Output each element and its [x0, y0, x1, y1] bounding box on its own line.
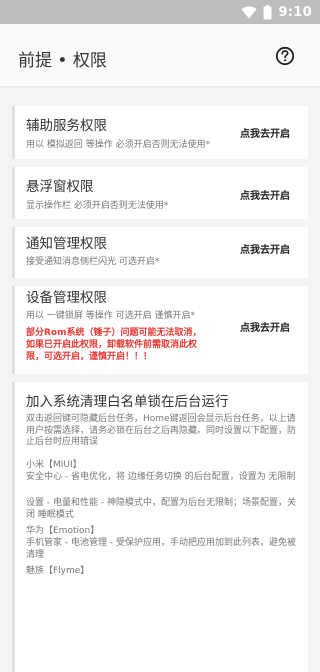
- app-bar: 前提 • 权限: [0, 24, 320, 86]
- enable-overlay-button[interactable]: 点我去开启: [240, 187, 290, 202]
- enable-notification-button[interactable]: 点我去开启: [240, 241, 290, 256]
- permission-card-overlay[interactable]: 悬浮窗权限 显示操作栏 必须开启否则无法使用* 点我去开启: [12, 167, 308, 219]
- brand-emotion: 华为【Emotion】: [26, 526, 100, 536]
- permission-desc: 显示操作栏 必须开启否则无法使用*: [26, 201, 169, 211]
- permission-desc: 用以 一键锁屏 等操作 可选开启 谨慎开启*: [26, 311, 195, 321]
- emotion-step-1: 手机管家 - 电池管理 - 受保护应用，手动把应用加到此列表，避免被清理: [26, 538, 296, 560]
- status-bar: 9:10: [0, 0, 320, 24]
- whitelist-title: 加入系统清理白名单锁在后台运行: [26, 394, 229, 410]
- miui-step-1: 安全中心 - 省电优化，将 边缘任务切换 的后台配置，设置为 无限制: [26, 472, 296, 482]
- permission-title: 悬浮窗权限: [26, 179, 94, 195]
- miui-step-2: 设置 - 电量和性能 - 神隐模式中，配置为后台无限制；场景配置，关闭 睡眠模式: [26, 498, 296, 520]
- help-button[interactable]: [275, 46, 295, 66]
- battery-icon: [263, 4, 272, 20]
- page-title: 前提 • 权限: [18, 51, 107, 71]
- permission-card-accessibility[interactable]: 辅助服务权限 用以 模拟返回 等操作 必须开启否则无法使用* 点我去开启: [12, 106, 308, 159]
- brand-miui: 小米【MIUI】: [26, 460, 82, 470]
- card-accent-bar: [12, 382, 15, 672]
- device-admin-warning: 部分Rom系统（锤子）问题可能无法取消，如果已开启此权限，卸载软件前需取消此权限…: [26, 328, 202, 362]
- card-accent-bar: [12, 227, 15, 278]
- permission-title: 设备管理权限: [26, 290, 107, 306]
- content: 辅助服务权限 用以 模拟返回 等操作 必须开启否则无法使用* 点我去开启 悬浮窗…: [0, 86, 320, 672]
- card-accent-bar: [12, 106, 15, 159]
- status-icons: 9:10: [241, 4, 312, 20]
- wifi-icon: [241, 5, 258, 19]
- permission-desc: 用以 模拟返回 等操作 必须开启否则无法使用*: [26, 140, 211, 150]
- whitelist-card: 加入系统清理白名单锁在后台运行 双击返回键可隐藏后台任务，Home键返回会显示后…: [12, 382, 308, 672]
- permission-card-notification[interactable]: 通知管理权限 接受通知消息侧栏闪光 可选开启* 点我去开启: [12, 227, 308, 278]
- permission-title: 通知管理权限: [26, 236, 107, 252]
- card-accent-bar: [12, 286, 15, 374]
- help-icon: [275, 46, 295, 70]
- whitelist-intro: 双击返回键可隐藏后台任务，Home键返回会显示后台任务，以上请用户按需选择，请务…: [26, 414, 297, 447]
- enable-accessibility-button[interactable]: 点我去开启: [240, 125, 290, 140]
- permission-card-device-admin[interactable]: 设备管理权限 用以 一键锁屏 等操作 可选开启 谨慎开启* 部分Rom系统（锤子…: [12, 286, 308, 374]
- status-time: 9:10: [278, 4, 312, 20]
- enable-device-admin-button[interactable]: 点我去开启: [240, 319, 290, 334]
- card-accent-bar: [12, 167, 15, 219]
- permission-title: 辅助服务权限: [26, 118, 107, 134]
- permission-desc: 接受通知消息侧栏闪光 可选开启*: [26, 257, 160, 267]
